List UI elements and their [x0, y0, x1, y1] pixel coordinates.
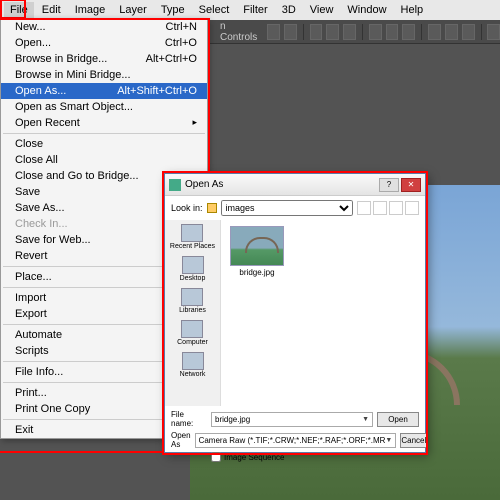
place-item[interactable]: Recent Places	[170, 224, 215, 250]
options-text: n Controls	[220, 21, 257, 43]
menu-file[interactable]: File	[4, 2, 34, 18]
separator	[303, 24, 304, 40]
menu-separator	[3, 133, 205, 134]
lookin-row: Look in: images	[165, 196, 425, 220]
separator	[362, 24, 363, 40]
align-icon[interactable]	[369, 24, 382, 40]
distribute-icon[interactable]	[445, 24, 458, 40]
lookin-label: Look in:	[171, 203, 203, 213]
tool-icon[interactable]	[267, 24, 280, 40]
file-thumbnail	[230, 226, 284, 266]
menu-image[interactable]: Image	[69, 2, 112, 18]
dialog-bottom: File name: bridge.jpg▼ Open Open As Came…	[165, 406, 425, 466]
places-bar: Recent Places Desktop Libraries Computer Net…	[165, 220, 221, 406]
dialog-title: Open As	[185, 179, 223, 190]
place-icon	[181, 320, 203, 338]
align-icon[interactable]	[343, 24, 356, 40]
menu-item[interactable]: Open Recent	[1, 115, 207, 131]
menu-item[interactable]: Open...Ctrl+O	[1, 35, 207, 51]
file-item[interactable]: bridge.jpg	[227, 226, 287, 277]
menu-select[interactable]: Select	[193, 2, 236, 18]
openas-field[interactable]: Camera Raw (*.TIF;*.CRW;*.NEF;*.RAF;*.OR…	[195, 433, 397, 448]
menu-item[interactable]: Browse in Mini Bridge...	[1, 67, 207, 83]
distribute-icon[interactable]	[428, 24, 441, 40]
menu-item[interactable]: New...Ctrl+N	[1, 19, 207, 35]
menu-item[interactable]: Open As...Alt+Shift+Ctrl+O	[1, 83, 207, 99]
menubar: File Edit Image Layer Type Select Filter…	[0, 0, 500, 20]
menu-filter[interactable]: Filter	[237, 2, 273, 18]
newfolder-icon[interactable]	[389, 201, 403, 215]
align-icon[interactable]	[326, 24, 339, 40]
separator	[421, 24, 422, 40]
menu-type[interactable]: Type	[155, 2, 191, 18]
open-button[interactable]: Open	[377, 412, 419, 427]
back-icon[interactable]	[357, 201, 371, 215]
align-icon[interactable]	[310, 24, 323, 40]
filename-field[interactable]: bridge.jpg▼	[211, 412, 373, 427]
align-icon[interactable]	[402, 24, 415, 40]
file-list[interactable]: bridge.jpg	[221, 220, 425, 406]
distribute-icon[interactable]	[487, 24, 500, 40]
file-label: bridge.jpg	[239, 268, 274, 277]
dialog-titlebar: Open As ? ✕	[165, 174, 425, 196]
cancel-button[interactable]: Cancel	[400, 433, 427, 448]
up-icon[interactable]	[373, 201, 387, 215]
lookin-select[interactable]: images	[221, 200, 353, 216]
menu-item[interactable]: Browse in Bridge...Alt+Ctrl+O	[1, 51, 207, 67]
menu-view[interactable]: View	[304, 2, 340, 18]
menu-item[interactable]: Close	[1, 136, 207, 152]
place-item[interactable]: Desktop	[180, 256, 206, 282]
place-icon	[182, 256, 204, 274]
place-item[interactable]: Computer	[177, 320, 208, 346]
separator	[481, 24, 482, 40]
place-icon	[181, 288, 203, 306]
tool-icon[interactable]	[284, 24, 297, 40]
views-icon[interactable]	[405, 201, 419, 215]
menu-window[interactable]: Window	[341, 2, 392, 18]
help-button[interactable]: ?	[379, 178, 399, 192]
align-icon[interactable]	[386, 24, 399, 40]
folder-icon	[207, 203, 217, 213]
app-icon	[169, 179, 181, 191]
place-icon	[182, 352, 204, 370]
menu-item[interactable]: Open as Smart Object...	[1, 99, 207, 115]
image-sequence-checkbox[interactable]	[211, 452, 221, 462]
menu-edit[interactable]: Edit	[36, 2, 67, 18]
filename-label: File name:	[171, 410, 207, 428]
close-button[interactable]: ✕	[401, 178, 421, 192]
place-icon	[181, 224, 203, 242]
place-item[interactable]: Network	[180, 352, 206, 378]
distribute-icon[interactable]	[462, 24, 475, 40]
image-sequence-label: Image Sequence	[224, 453, 285, 462]
place-item[interactable]: Libraries	[179, 288, 206, 314]
menu-item[interactable]: Close All	[1, 152, 207, 168]
openas-label: Open As	[171, 431, 191, 449]
menu-3d[interactable]: 3D	[276, 2, 302, 18]
menu-help[interactable]: Help	[395, 2, 430, 18]
open-as-dialog: Open As ? ✕ Look in: images Recent Place…	[164, 173, 426, 453]
menu-layer[interactable]: Layer	[113, 2, 153, 18]
dialog-body: Recent Places Desktop Libraries Computer Net…	[165, 220, 425, 406]
